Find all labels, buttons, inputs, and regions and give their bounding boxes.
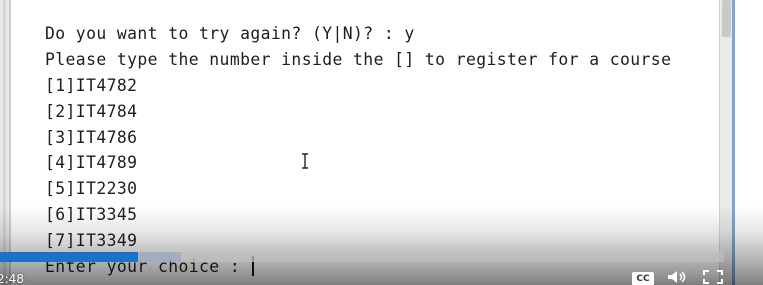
- left-window-edge-inner: [3, 0, 6, 285]
- course-option: [1]IT4782: [45, 76, 138, 95]
- progress-played: [0, 252, 138, 262]
- course-option: [2]IT4784: [45, 102, 138, 121]
- console-line-retry-prompt: Do you want to try again? (Y|N)? : y: [45, 24, 415, 43]
- course-option: [7]IT3349: [45, 231, 138, 250]
- video-frame[interactable]: Do you want to try again? (Y|N)? : y Ple…: [0, 0, 763, 285]
- console-line-instructions: Please type the number inside the [] to …: [45, 50, 672, 69]
- video-progress-bar[interactable]: [0, 252, 724, 262]
- text-cursor-icon: [302, 153, 308, 169]
- fullscreen-icon[interactable]: [702, 269, 724, 285]
- captions-button[interactable]: CC: [632, 272, 654, 285]
- console-output[interactable]: Do you want to try again? (Y|N)? : y Ple…: [10, 0, 720, 285]
- course-option: [4]IT4789: [45, 153, 138, 172]
- right-pane: [735, 0, 763, 285]
- course-option: [3]IT4786: [45, 128, 138, 147]
- progress-buffered: [137, 252, 181, 262]
- scrollbar-thumb[interactable]: [722, 0, 731, 37]
- volume-icon[interactable]: [666, 269, 690, 285]
- left-window-edge: [0, 0, 10, 285]
- course-option: [5]IT2230: [45, 179, 138, 198]
- elapsed-time: 2:48: [0, 272, 24, 285]
- course-option: [6]IT3345: [45, 205, 138, 224]
- vertical-scrollbar[interactable]: [719, 0, 733, 285]
